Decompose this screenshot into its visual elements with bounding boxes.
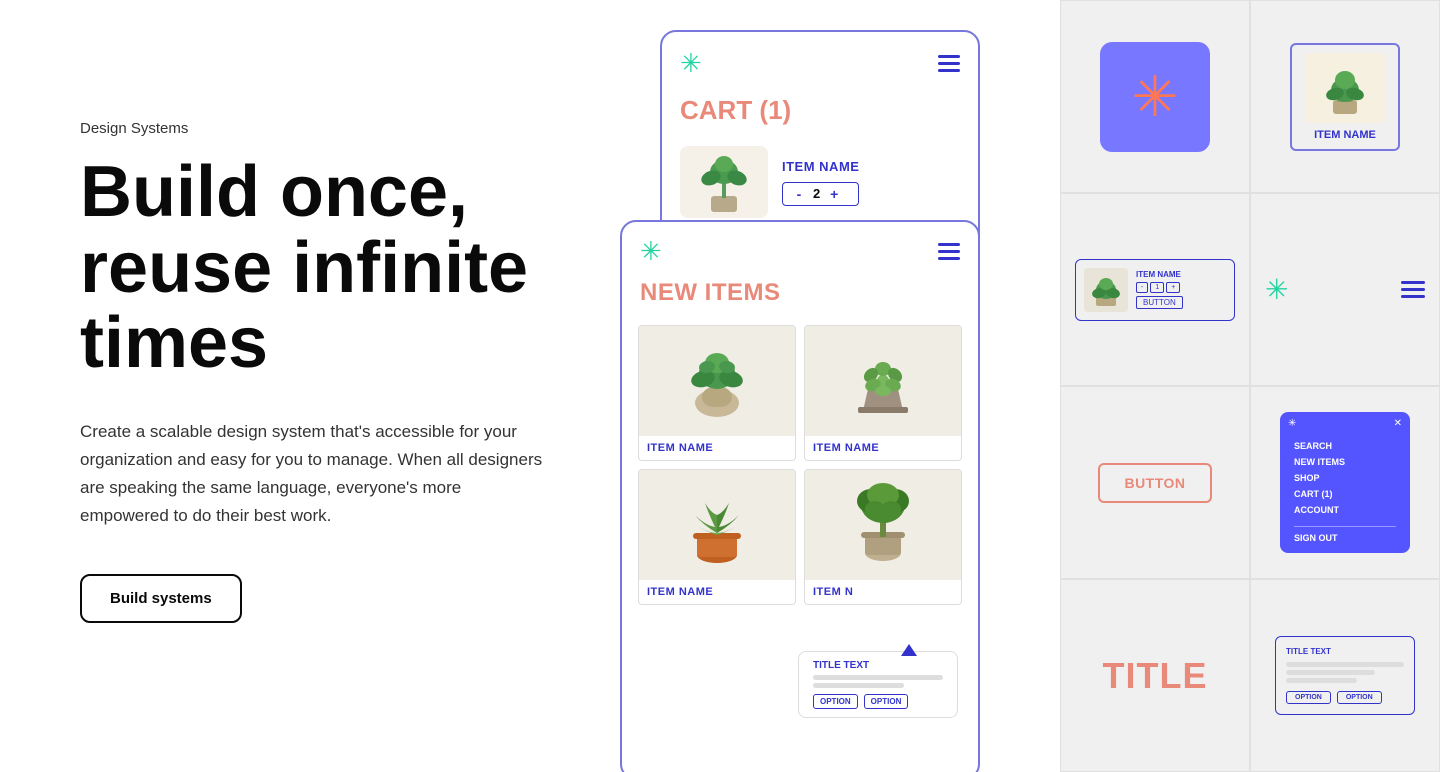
comp-header-row: ✳ xyxy=(1265,273,1425,306)
asterisk-icon-front: ✳ xyxy=(640,236,662,267)
comp-menu-items: SEARCH NEW ITEMS SHOP CART (1) ACCOUNT xyxy=(1294,438,1396,519)
comp-title-display: TITLE xyxy=(1103,655,1208,697)
comp-cell-header-row: ✳ xyxy=(1250,193,1440,386)
tooltip-title: TITLE TEXT xyxy=(813,660,943,671)
comp-card-line-1 xyxy=(1286,662,1404,667)
section-label: Design Systems xyxy=(80,120,600,137)
right-panel: ✳ ITEM NAME xyxy=(1060,0,1440,772)
comp-plant-img xyxy=(1305,53,1385,123)
hero-description: Create a scalable design system that's a… xyxy=(80,418,550,530)
qty-minus-btn[interactable]: - xyxy=(791,186,807,202)
hero-section: Design Systems Build once, reuse infinit… xyxy=(80,120,600,623)
comp-mini-qty-minus: - xyxy=(1136,282,1148,293)
plant-card-label-2: ITEM NAME xyxy=(805,436,961,460)
comp-menu-item-cart: CART (1) xyxy=(1294,486,1396,502)
phone-front: ✳ NEW ITEMS xyxy=(620,220,980,772)
cursor-tooltip: TITLE TEXT OPTION OPTION xyxy=(798,651,958,718)
plant-card-3: ITEM NAME xyxy=(638,469,796,605)
headline: Build once, reuse infinite times xyxy=(80,155,600,382)
headline-line1: Build once, xyxy=(80,152,468,232)
headline-line3: times xyxy=(80,303,268,383)
comp-menu-star: ✳ xyxy=(1288,418,1296,429)
cart-title: CART (1) xyxy=(662,89,978,138)
new-items-title: NEW ITEMS xyxy=(622,275,978,321)
comp-menu-item-shop: SHOP xyxy=(1294,470,1396,486)
cart-item-info: ITEM NAME - 2 + xyxy=(782,159,859,206)
comp-menu-close-icon: ✕ xyxy=(1394,418,1402,429)
phone-back-header: ✳ xyxy=(662,32,978,89)
plant-grid: ITEM NAME xyxy=(622,321,978,609)
comp-cell-card-preview: TITLE TEXT OPTION OPTION xyxy=(1250,579,1440,772)
comp-menu-card: ✳ ✕ SEARCH NEW ITEMS SHOP CART (1) ACCOU… xyxy=(1280,412,1410,554)
comp-asterisk-symbol: ✳ xyxy=(1132,69,1179,125)
comp-mini-qty-row: - 1 + xyxy=(1136,282,1183,293)
hamburger-icon-front xyxy=(938,243,960,260)
comp-card-opt-2: OPTION xyxy=(1337,691,1382,704)
build-button[interactable]: Build systems xyxy=(80,574,242,623)
tooltip-options: OPTION OPTION xyxy=(813,694,943,709)
plant-card-img-3 xyxy=(639,470,795,580)
comp-mini-qty-plus: + xyxy=(1166,282,1180,293)
comp-cell-title: TITLE xyxy=(1060,579,1250,772)
plant-card-img-1 xyxy=(639,326,795,436)
comp-mini-info: ITEM NAME - 1 + BUTTON xyxy=(1136,270,1183,309)
comp-cell-plant-name: ITEM NAME xyxy=(1250,0,1440,193)
plant-card-img-4 xyxy=(805,470,961,580)
qty-plus-btn[interactable]: + xyxy=(826,186,842,202)
plant-card-1: ITEM NAME xyxy=(638,325,796,461)
comp-button-outline: BUTTON xyxy=(1098,463,1211,503)
plant-card-label-4: ITEM N xyxy=(805,580,961,604)
tooltip-line-2 xyxy=(813,683,904,688)
comp-menu-signin: SIGN OUT xyxy=(1294,526,1396,543)
plant-card-label-1: ITEM NAME xyxy=(639,436,795,460)
cart-item-name: ITEM NAME xyxy=(782,159,859,174)
cursor-arrow xyxy=(901,644,917,656)
qty-number: 2 xyxy=(813,186,820,201)
headline-line2: reuse infinite xyxy=(80,228,528,308)
cart-item-row: ITEM NAME - 2 + xyxy=(662,138,978,226)
comp-card-options: OPTION OPTION xyxy=(1286,691,1404,704)
mockup-area: ✳ CART (1) ITEM N xyxy=(620,0,1040,772)
comp-mini-qty-num: 1 xyxy=(1150,282,1164,293)
comp-card-preview: TITLE TEXT OPTION OPTION xyxy=(1275,636,1415,715)
plant-card-img-2 xyxy=(805,326,961,436)
comp-card-line-3 xyxy=(1286,678,1357,683)
tooltip-line-1 xyxy=(813,675,943,680)
comp-item-name-label: ITEM NAME xyxy=(1314,129,1376,141)
comp-mini-card: ITEM NAME - 1 + BUTTON xyxy=(1075,259,1235,321)
comp-menu-item-account: ACCOUNT xyxy=(1294,502,1396,518)
comp-card-line-2 xyxy=(1286,670,1375,675)
comp-cell-asterisk: ✳ xyxy=(1060,0,1250,193)
comp-hamburger-small xyxy=(1401,281,1425,298)
asterisk-icon-back: ✳ xyxy=(680,48,702,79)
comp-card-opt-1: OPTION xyxy=(1286,691,1331,704)
comp-menu-item-new: NEW ITEMS xyxy=(1294,454,1396,470)
comp-plant-box: ITEM NAME xyxy=(1290,43,1400,151)
comp-asterisk-small: ✳ xyxy=(1265,273,1288,306)
plant-card-4: ITEM N xyxy=(804,469,962,605)
comp-mini-name-text: ITEM NAME xyxy=(1136,270,1183,279)
tooltip-option-2: OPTION xyxy=(864,694,909,709)
phone-front-header: ✳ xyxy=(622,222,978,275)
comp-card-preview-title: TITLE TEXT xyxy=(1286,647,1404,656)
comp-mini-plant-img xyxy=(1084,268,1128,312)
hamburger-icon-back xyxy=(938,55,960,72)
qty-controls: - 2 + xyxy=(782,182,859,206)
tooltip-option-1: OPTION xyxy=(813,694,858,709)
comp-cell-menu: ✳ ✕ SEARCH NEW ITEMS SHOP CART (1) ACCOU… xyxy=(1250,386,1440,579)
plant-card-label-3: ITEM NAME xyxy=(639,580,795,604)
comp-asterisk-purple: ✳ xyxy=(1100,42,1210,152)
comp-cell-mini-card: ITEM NAME - 1 + BUTTON xyxy=(1060,193,1250,386)
comp-mini-btn: BUTTON xyxy=(1136,296,1183,309)
comp-menu-item-search: SEARCH xyxy=(1294,438,1396,454)
comp-cell-button: BUTTON xyxy=(1060,386,1250,579)
cart-plant-image xyxy=(680,146,768,218)
plant-card-2: ITEM NAME xyxy=(804,325,962,461)
